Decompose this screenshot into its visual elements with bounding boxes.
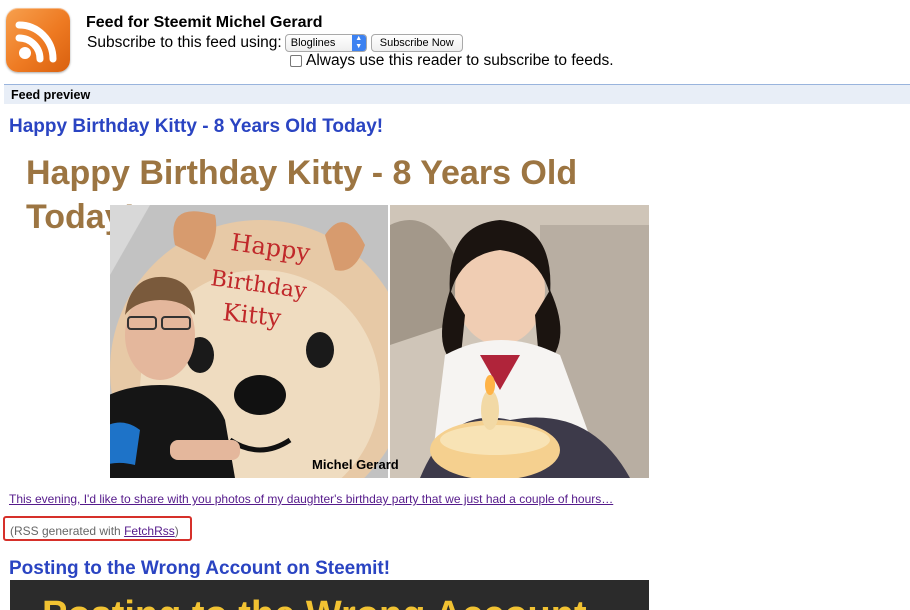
always-use-label: Always use this reader to subscribe to f…	[306, 52, 614, 69]
entry-image[interactable]: Posting to the Wrong Account	[10, 580, 649, 610]
cake-photo: Happy Birthday Kitty	[110, 205, 388, 478]
always-use-row: Always use this reader to subscribe to f…	[290, 52, 614, 70]
fetchrss-link[interactable]: FetchRss	[124, 524, 175, 538]
feed-preview-bar: Feed preview	[4, 84, 910, 104]
rss-note-prefix: (RSS generated with	[10, 524, 125, 538]
entry-title-link[interactable]: Posting to the Wrong Account on Steemit!	[9, 558, 390, 580]
image-watermark: Michel Gerard	[312, 457, 399, 472]
feed-title: Feed for Steemit Michel Gerard	[86, 14, 323, 31]
always-use-checkbox[interactable]	[290, 55, 302, 67]
subscribe-row: Subscribe to this feed using: Bloglines …	[87, 33, 463, 53]
subscribe-now-button[interactable]: Subscribe Now	[370, 34, 463, 52]
select-arrows-icon: ▲ ▼	[351, 35, 366, 51]
entry-image-heading: Posting to the Wrong Account	[42, 594, 587, 610]
reader-select-value: Bloglines	[290, 37, 336, 49]
subscribe-label: Subscribe to this feed using:	[87, 34, 282, 51]
rss-generated-note: (RSS generated with FetchRss)	[3, 516, 192, 541]
feed-preview-label: Feed preview	[11, 88, 91, 102]
reader-select[interactable]: Bloglines ▲ ▼	[284, 34, 367, 52]
entry-image[interactable]: Happy Birthday Kitty - 8 Years Old Today…	[10, 145, 649, 478]
rss-feed-icon	[6, 8, 70, 72]
entry-summary-link[interactable]: This evening, I'd like to share with you…	[9, 492, 613, 506]
rss-note-suffix: )	[174, 524, 179, 538]
entry-title-link[interactable]: Happy Birthday Kitty - 8 Years Old Today…	[9, 116, 383, 138]
girl-photo	[390, 205, 649, 478]
